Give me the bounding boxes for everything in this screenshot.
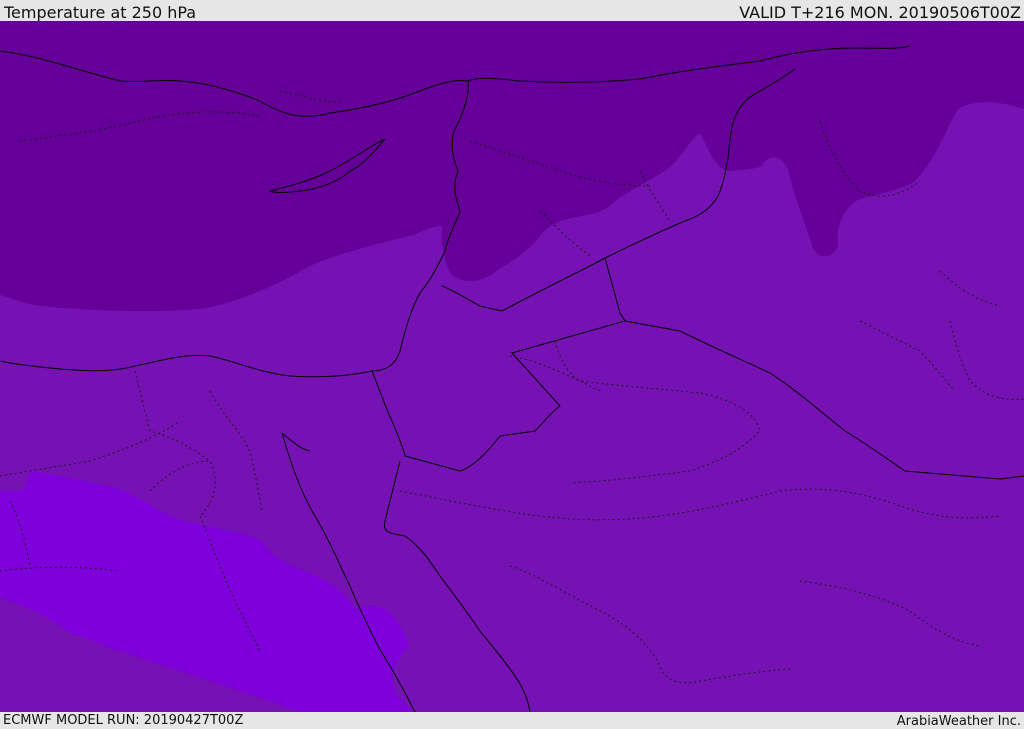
- model-run-label: ECMWF MODEL RUN: 20190427T00Z: [3, 713, 244, 728]
- header-bar: Temperature at 250 hPa VALID T+216 MON. …: [0, 0, 1024, 22]
- map-window: Temperature at 250 hPa VALID T+216 MON. …: [0, 0, 1024, 729]
- footer-bar: ECMWF MODEL RUN: 20190427T00Z ArabiaWeat…: [0, 712, 1024, 729]
- map-title: Temperature at 250 hPa: [4, 3, 197, 22]
- credit-label: ArabiaWeather Inc.: [896, 714, 1021, 729]
- temperature-map: [0, 21, 1024, 712]
- valid-time-label: VALID T+216 MON. 20190506T00Z: [739, 3, 1021, 22]
